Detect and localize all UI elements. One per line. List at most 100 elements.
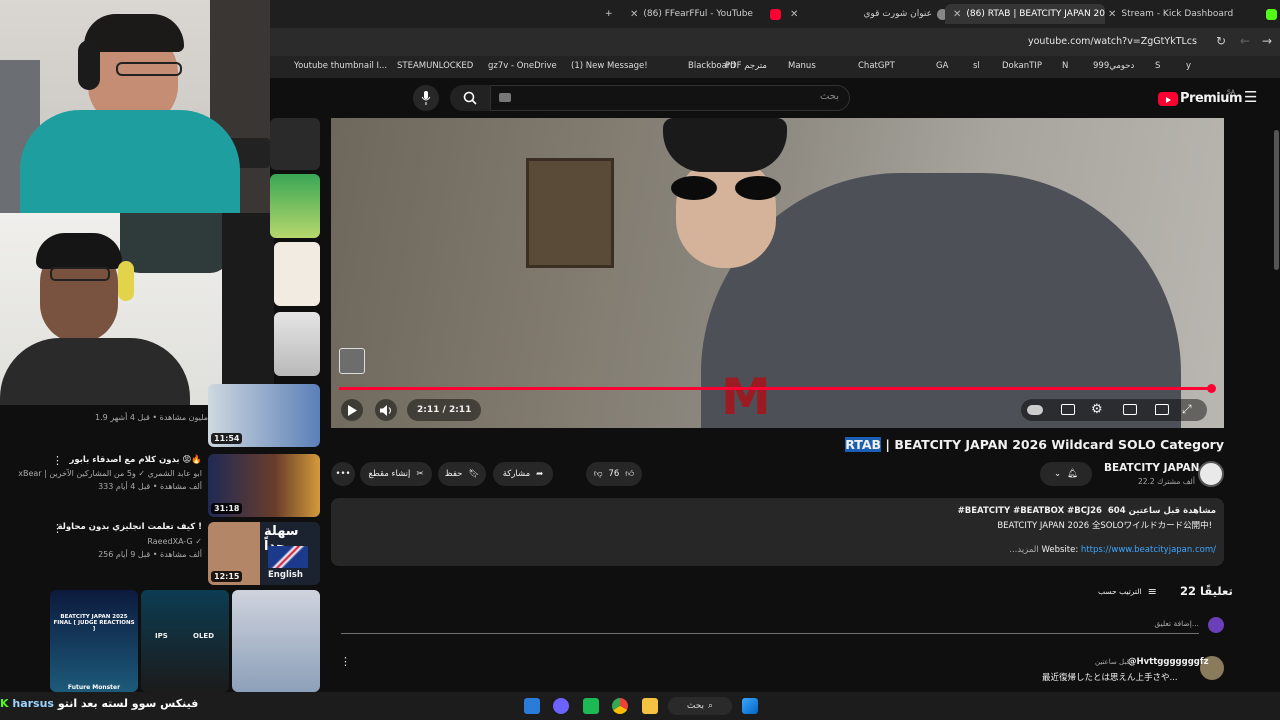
kick-icon xyxy=(1266,8,1278,20)
app-icon[interactable] xyxy=(583,698,599,714)
time-text: 2:11 / 2:11 xyxy=(417,405,472,415)
reload-icon[interactable]: ↻ xyxy=(1216,34,1226,48)
search-button[interactable] xyxy=(450,85,490,111)
autoplay-toggle[interactable] xyxy=(1027,405,1043,415)
hashtags[interactable]: #BEATCITY #BEATBOX #BCJ26 xyxy=(958,506,1102,516)
clip-button[interactable]: إنشاء مقطع ✂ xyxy=(360,462,432,486)
keyboard-icon[interactable] xyxy=(499,93,511,102)
close-icon[interactable]: ✕ xyxy=(790,9,798,20)
microphone-icon[interactable] xyxy=(413,85,439,111)
sidebar-channel[interactable]: xBear | ابو عابد الشمري ✓ و5 من المشاركي… xyxy=(18,469,202,478)
wall-frame xyxy=(526,158,614,268)
chrome-icon[interactable] xyxy=(612,698,628,714)
bookmark-item[interactable]: STEAMUNLOCKED xyxy=(397,61,473,71)
bookmark-item[interactable]: ChatGPT xyxy=(858,61,895,71)
share-button[interactable]: مشاركة ➦ xyxy=(493,462,553,486)
more-actions-button[interactable]: ••• xyxy=(331,462,355,486)
tab-rtab[interactable]: ✕ (86) RTAB | BEATCITY JAPAN 20 xyxy=(945,4,1105,24)
sidebar-thumb[interactable]: 11:54 xyxy=(208,384,320,447)
taskbar-search[interactable]: بحث ⌕ xyxy=(668,697,732,715)
thumbs-up-icon[interactable]: 👍︎ xyxy=(625,469,634,479)
play-button[interactable] xyxy=(341,399,363,421)
short-thumb[interactable] xyxy=(232,590,320,692)
bookmark-item[interactable]: S xyxy=(1155,61,1160,71)
like-dislike-button[interactable]: 👎︎ 76 👍︎ xyxy=(586,462,642,486)
bookmark-item[interactable]: Manus xyxy=(788,61,816,71)
windows-start-icon[interactable] xyxy=(742,698,758,714)
thumbs-down-icon[interactable]: 👎︎ xyxy=(594,469,603,479)
new-tab-button[interactable]: + xyxy=(605,4,613,24)
save-button[interactable]: حفظ 🔖︎ xyxy=(438,462,486,486)
commenter-name[interactable]: @Hvttgggggggfz xyxy=(1128,657,1209,667)
comment-placeholder: إضافة تعليق... xyxy=(1154,619,1199,628)
bookmark-item[interactable]: sl xyxy=(973,61,980,71)
sidebar-title[interactable]: بدون كلام مع اصدقاء بابور 😡🔥 xyxy=(69,455,202,465)
menu-icon[interactable]: ☰ xyxy=(1244,88,1257,106)
sidebar-thumb[interactable] xyxy=(274,242,320,306)
sidebar-thumb[interactable] xyxy=(270,118,320,170)
youtube-logo-icon[interactable] xyxy=(1158,92,1178,106)
video-player[interactable]: M 2:11 / 2:11 ⚙ ⤢ xyxy=(331,118,1224,428)
guest-headphones xyxy=(118,261,134,301)
close-icon[interactable]: ✕ xyxy=(630,9,638,20)
progress-scrubber[interactable] xyxy=(1207,384,1216,393)
subscribed-button[interactable]: ⌄ 🔔︎ xyxy=(1040,462,1092,486)
miniplayer-icon[interactable] xyxy=(1123,404,1137,415)
word-icon[interactable] xyxy=(524,698,540,714)
sidebar-channel[interactable]: RaeedXA-G ✓ xyxy=(147,537,202,546)
cast-icon[interactable] xyxy=(1155,404,1169,415)
sidebar-title[interactable]: كيف تعلمت انجليزي بدون محاولة ! xyxy=(58,522,202,532)
channel-name[interactable]: BEATCITY JAPAN xyxy=(1104,462,1199,474)
comment-more-icon[interactable]: ⋮ xyxy=(340,655,351,668)
channel-avatar[interactable] xyxy=(1198,461,1224,487)
subtitles-icon[interactable] xyxy=(1061,404,1075,415)
discord-icon[interactable] xyxy=(553,698,569,714)
subscriber-count: 22.2 ألف مشترك xyxy=(1138,477,1195,486)
bookmark-item[interactable]: GA xyxy=(936,61,948,71)
stream-chat-overlay: K harsus فينكس سوو لسته بعد انتو xyxy=(0,697,198,710)
bookmark-item[interactable]: Youtube thumbnail I... xyxy=(294,61,387,71)
page-scrollbar[interactable] xyxy=(1274,130,1279,270)
video-duration: 12:15 xyxy=(211,571,243,582)
more-link[interactable]: ...المزيد xyxy=(1009,545,1039,555)
bookmark-item[interactable]: N xyxy=(1062,61,1068,71)
search-input[interactable]: بحث xyxy=(490,85,850,111)
youtube-icon xyxy=(769,8,781,20)
tab-ffearfful[interactable]: ✕ (86) FFearFFul - YouTube xyxy=(630,4,781,24)
folder-icon[interactable] xyxy=(642,698,658,714)
short-thumb[interactable]: IPS OLED xyxy=(141,590,229,692)
close-icon[interactable]: ✕ xyxy=(1108,9,1116,20)
user-avatar xyxy=(1208,617,1224,633)
back-icon[interactable]: ← xyxy=(1240,34,1250,48)
bookmark-item[interactable]: دحومي999 xyxy=(1093,61,1134,71)
tab-kick[interactable]: ✕ Stream - Kick Dashboard xyxy=(1108,4,1278,24)
sidebar-thumb[interactable] xyxy=(274,312,320,376)
add-comment-input[interactable]: إضافة تعليق... xyxy=(341,614,1199,634)
forward-icon[interactable]: → xyxy=(1262,34,1272,48)
bookmark-item[interactable]: gz7v - OneDrive xyxy=(488,61,557,71)
sidebar-thumb[interactable]: 31:18 xyxy=(208,454,320,517)
channel-watermark-icon[interactable] xyxy=(339,348,365,374)
bookmark-item[interactable]: PDF مترجم xyxy=(725,61,767,71)
volume-button[interactable] xyxy=(375,399,397,421)
sidebar-thumb[interactable]: سهلة جداً English 12:15 xyxy=(208,522,320,585)
settings-icon[interactable]: ⚙ xyxy=(1091,402,1103,417)
short-thumb[interactable]: BEATCITY JAPAN 2025 FINAL [ JUDGE REACTI… xyxy=(50,590,138,692)
url-text[interactable]: youtube.com/watch?v=ZgGtYkTLcs xyxy=(1028,36,1197,47)
streamer-webcam xyxy=(0,0,270,213)
bookmark-item[interactable]: y xyxy=(1186,61,1191,71)
tab-short-title[interactable]: ✕ عنوان شورت قوي xyxy=(790,4,948,24)
description-box[interactable]: #BEATCITY #BEATBOX #BCJ26 604 مشاهدة قبل… xyxy=(331,498,1224,566)
sidebar-thumb[interactable] xyxy=(270,174,320,238)
scissors-icon: ✂ xyxy=(416,469,424,479)
website-link[interactable]: https://www.beatcityjapan.com/ xyxy=(1081,545,1216,555)
bookmark-item[interactable]: DokanTIP xyxy=(1002,61,1042,71)
website-label: Website: xyxy=(1041,545,1081,555)
bookmark-item[interactable]: (1) New Message! xyxy=(571,61,648,71)
fullscreen-icon[interactable]: ⤢ xyxy=(1182,402,1192,417)
more-options-icon[interactable]: ⋮ xyxy=(52,454,63,467)
progress-track[interactable] xyxy=(339,387,1211,390)
sort-button[interactable]: الترتيب حسب ≡ xyxy=(1098,585,1157,598)
close-icon[interactable]: ✕ xyxy=(953,9,961,20)
address-bar[interactable]: youtube.com/watch?v=ZgGtYkTLcs ↻ ← → xyxy=(270,28,1280,56)
